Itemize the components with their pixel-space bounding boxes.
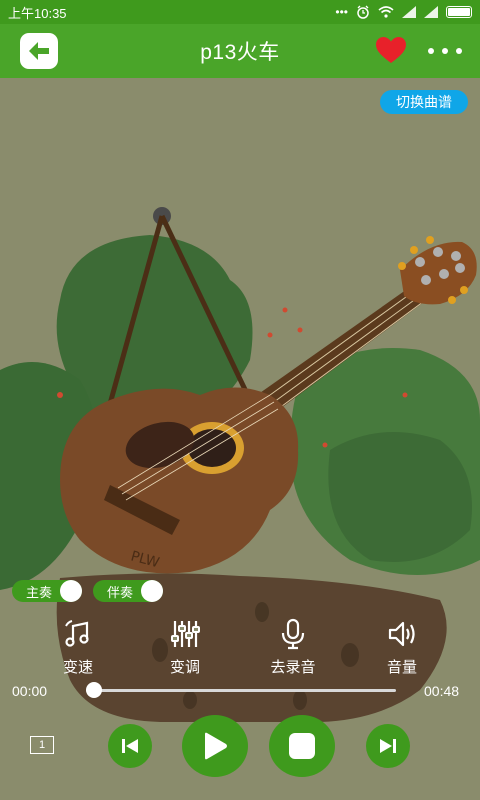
skip-previous-icon bbox=[122, 739, 138, 753]
next-button[interactable] bbox=[366, 724, 410, 768]
alarm-icon bbox=[357, 5, 369, 19]
remove-recording-button[interactable]: 去录音 bbox=[253, 618, 333, 678]
skip-next-icon bbox=[380, 739, 396, 753]
pitch-label: 变调 bbox=[169, 659, 200, 676]
microphone-icon bbox=[281, 618, 305, 650]
play-icon bbox=[205, 732, 227, 760]
sliders-icon bbox=[171, 621, 200, 647]
toggle-knob bbox=[60, 580, 82, 602]
wifi-icon bbox=[378, 6, 394, 18]
back-button[interactable] bbox=[20, 33, 58, 69]
signal-icon bbox=[402, 6, 416, 18]
total-time: 00:48 bbox=[424, 683, 460, 699]
lead-toggle-label: 主奏 bbox=[26, 584, 53, 600]
pitch-button[interactable]: 变调 bbox=[145, 618, 225, 678]
play-button[interactable] bbox=[182, 715, 248, 777]
more-dot-icon bbox=[428, 48, 434, 54]
previous-button[interactable] bbox=[108, 724, 152, 768]
speed-button[interactable]: 变速 bbox=[38, 618, 118, 678]
lead-toggle[interactable]: 主奏 bbox=[12, 580, 82, 602]
favorite-heart-icon[interactable] bbox=[376, 37, 406, 65]
back-arrow-icon bbox=[29, 42, 49, 60]
status-time: 上午10:35 bbox=[8, 5, 67, 21]
speed-label: 变速 bbox=[62, 659, 93, 676]
signal-icon-2 bbox=[424, 6, 438, 18]
accompaniment-toggle[interactable]: 伴奏 bbox=[93, 580, 163, 602]
screen-mode-button[interactable]: 1 bbox=[30, 736, 54, 754]
notification-dots: ••• bbox=[335, 5, 348, 19]
volume-icon bbox=[388, 621, 415, 647]
status-icons: ••• bbox=[335, 5, 472, 19]
stop-button[interactable] bbox=[269, 715, 335, 777]
more-options-button[interactable] bbox=[428, 42, 462, 60]
more-dot-icon bbox=[456, 48, 462, 54]
accompaniment-toggle-label: 伴奏 bbox=[107, 584, 134, 600]
volume-label: 音量 bbox=[386, 659, 417, 676]
current-time: 00:00 bbox=[12, 683, 48, 699]
music-note-icon bbox=[65, 620, 89, 647]
page-title: p13火车 bbox=[200, 41, 280, 64]
stop-icon bbox=[289, 733, 315, 759]
volume-button[interactable]: 音量 bbox=[362, 618, 442, 678]
toggle-knob bbox=[141, 580, 163, 602]
more-dot-icon bbox=[442, 48, 448, 54]
progress-thumb[interactable] bbox=[86, 682, 102, 698]
status-bar: 上午10:35 ••• bbox=[0, 0, 480, 24]
battery-icon bbox=[446, 6, 472, 18]
remove-recording-label: 去录音 bbox=[270, 659, 316, 676]
app-header: p13火车 bbox=[0, 24, 480, 78]
progress-bar[interactable] bbox=[86, 689, 396, 692]
switch-score-button[interactable]: 切换曲谱 bbox=[380, 90, 468, 114]
